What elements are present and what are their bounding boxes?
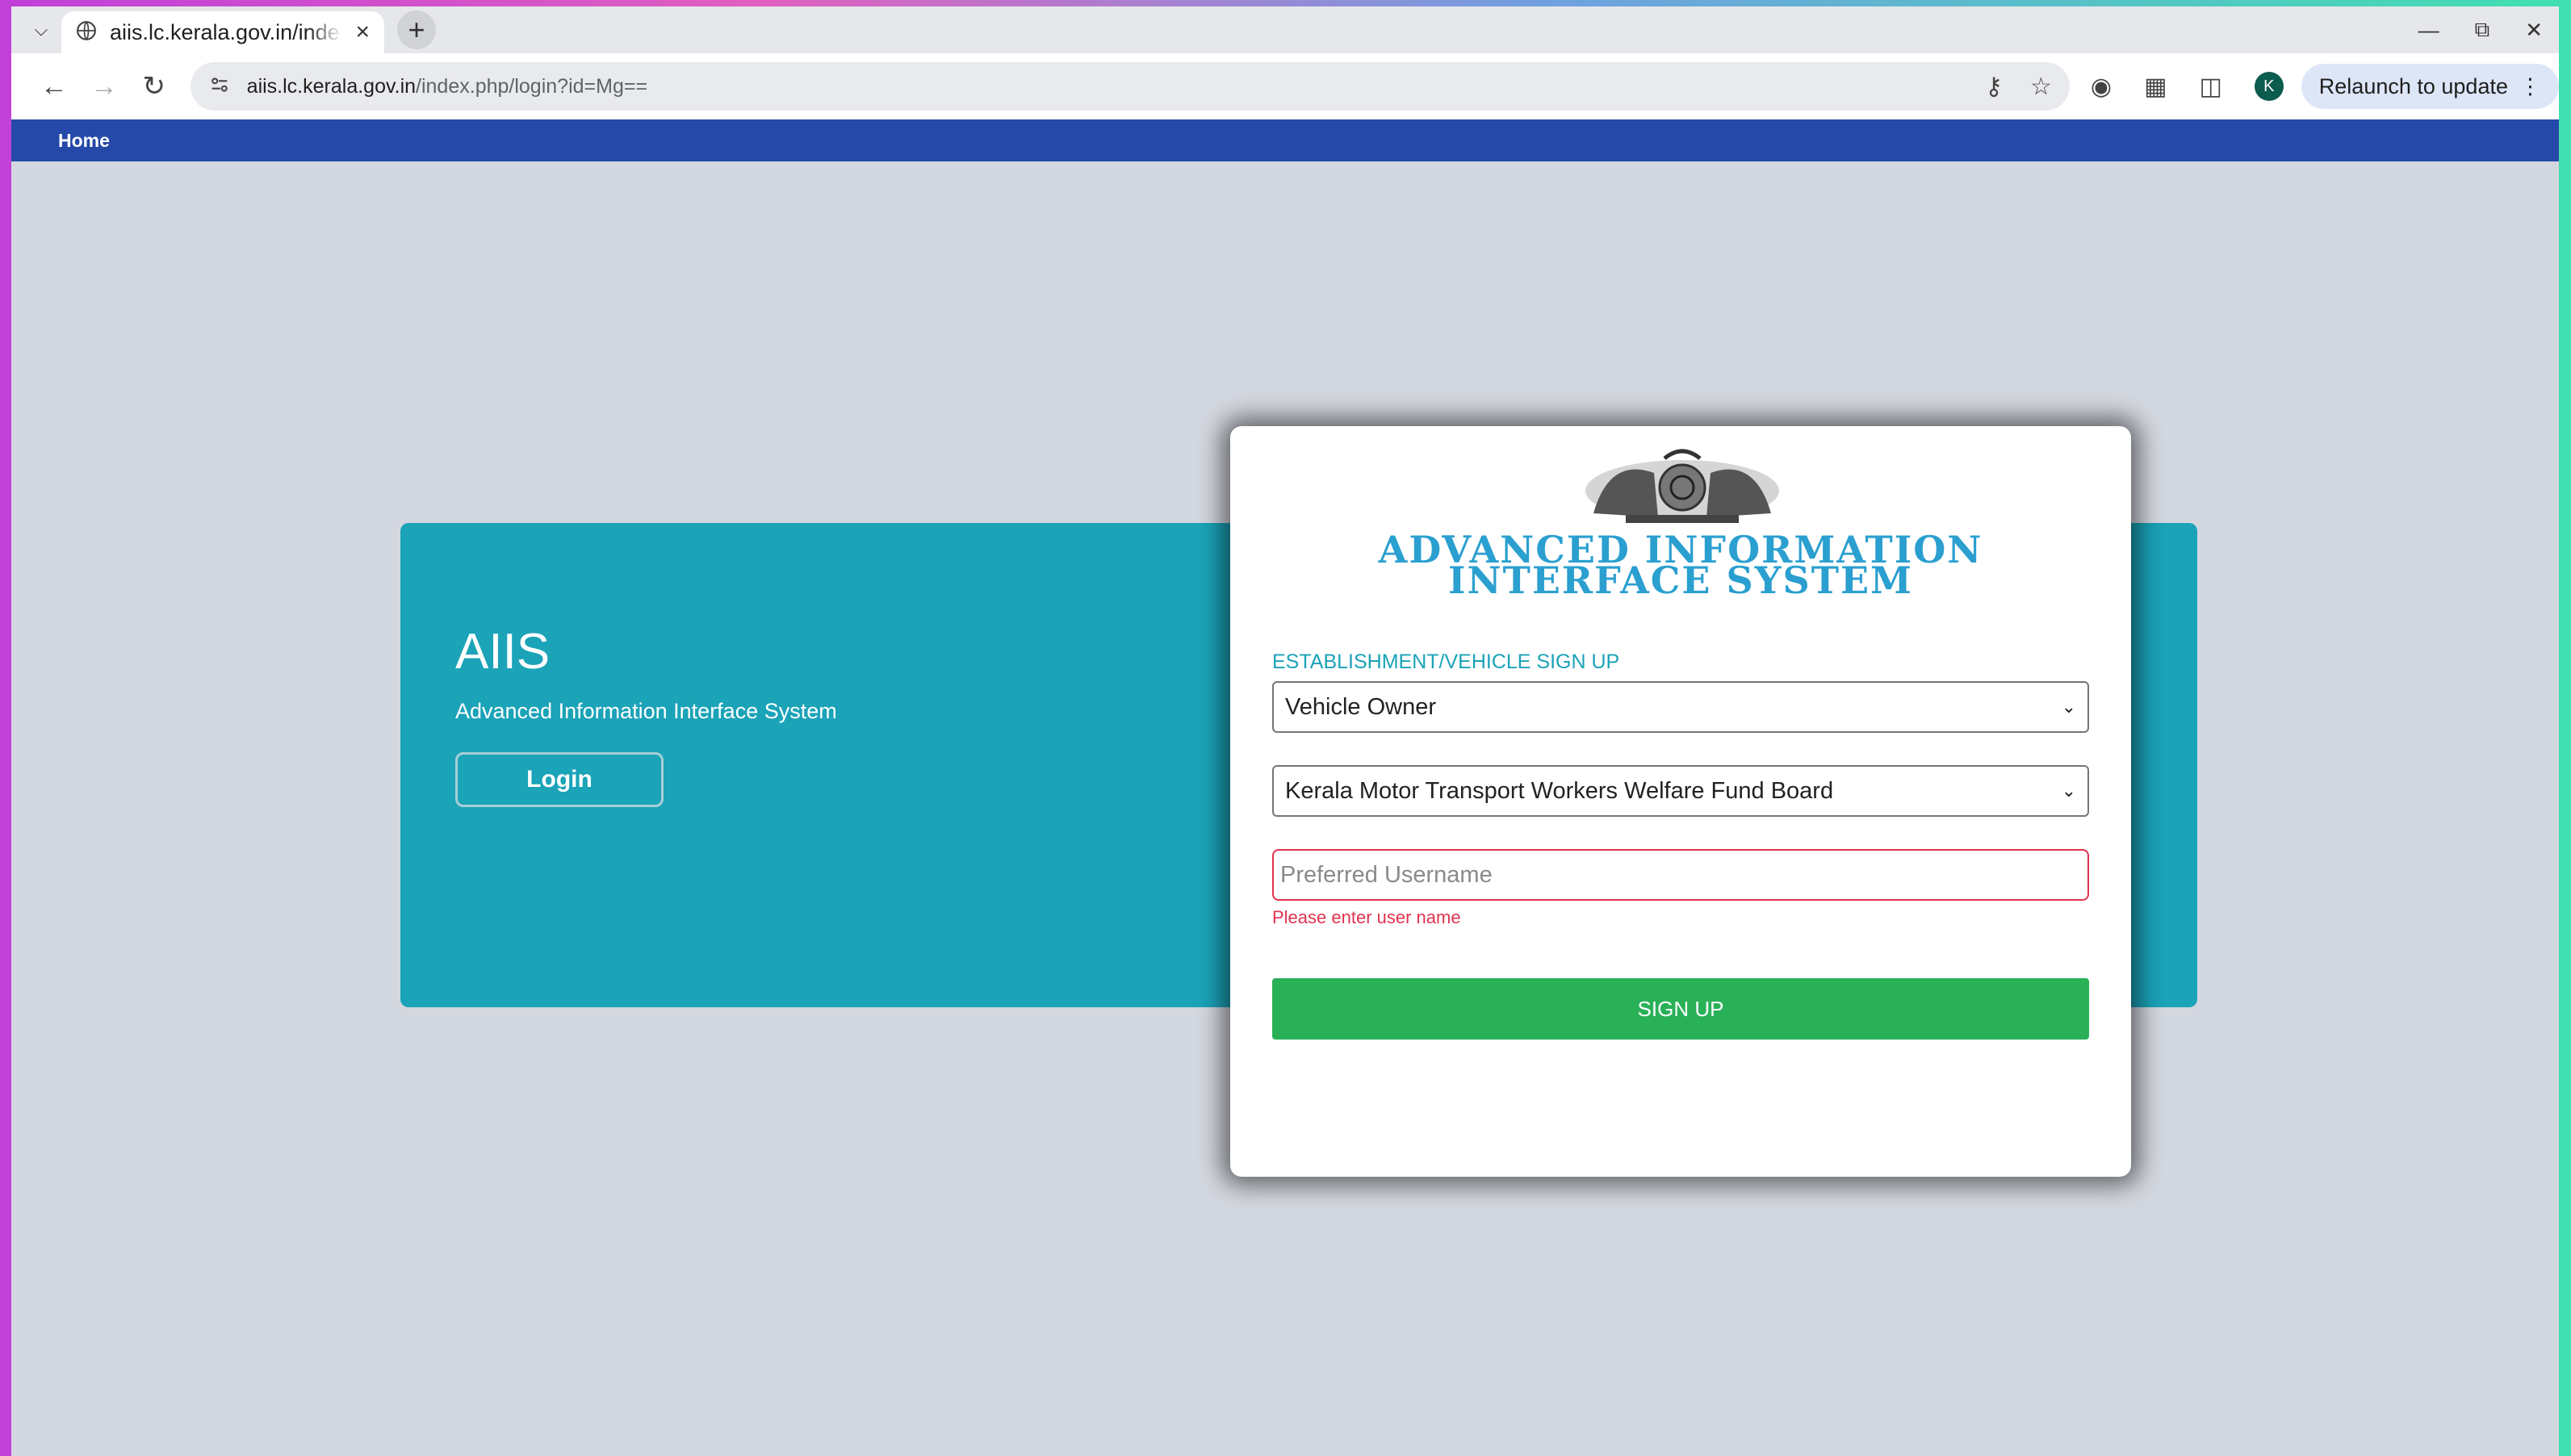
active-tab[interactable]: aiis.lc.kerala.gov.in/index.php/login?id…: [61, 11, 384, 53]
globe-icon: [76, 20, 97, 45]
back-button[interactable]: ←: [29, 61, 79, 111]
restore-icon[interactable]: ⧉: [2475, 17, 2490, 43]
username-input[interactable]: [1272, 849, 2089, 901]
arrow-left-icon: ←: [40, 70, 68, 102]
tab-search-button[interactable]: ⌵: [21, 10, 61, 50]
close-tab-icon[interactable]: ×: [355, 19, 370, 46]
signup-card: ADVANCED INFORMATION INTERFACE SYSTEM ES…: [1230, 426, 2131, 1177]
browser-window: ⌵ aiis.lc.kerala.gov.in/index.php/login?…: [11, 6, 2559, 1456]
side-panel-icon[interactable]: ◫: [2199, 73, 2221, 101]
kerala-emblem-logo: [1577, 441, 1787, 531]
extension-lens-icon[interactable]: ◉: [2091, 73, 2112, 101]
window-controls: — ⧉ ✕: [2418, 17, 2559, 43]
url-text[interactable]: aiis.lc.kerala.gov.in/index.php/login?id…: [247, 75, 647, 98]
arrow-right-icon: →: [90, 70, 118, 102]
hero-subtitle: Advanced Information Interface System: [455, 699, 837, 723]
login-button[interactable]: Login: [455, 752, 664, 807]
relaunch-label: Relaunch to update: [2318, 73, 2508, 98]
reload-icon: ↻: [142, 71, 165, 102]
signup-section-label: ESTABLISHMENT/VEHICLE SIGN UP: [1272, 651, 1620, 673]
key-icon[interactable]: ⚷: [1985, 73, 2003, 101]
chevron-down-icon: ⌵: [34, 19, 48, 40]
minimize-icon[interactable]: —: [2418, 18, 2439, 43]
reload-button[interactable]: ↻: [129, 61, 179, 111]
more-vertical-icon[interactable]: ⋮: [2519, 74, 2541, 99]
tab-title: aiis.lc.kerala.gov.in/index.php/login?id…: [110, 19, 342, 44]
close-window-icon[interactable]: ✕: [2525, 18, 2543, 43]
username-error-message: Please enter user name: [1272, 907, 1461, 927]
nav-home-link[interactable]: Home: [58, 130, 110, 152]
hero-title: AIIS: [455, 624, 551, 680]
tab-strip: ⌵ aiis.lc.kerala.gov.in/index.php/login?…: [11, 6, 2559, 53]
signup-button[interactable]: SIGN UP: [1272, 978, 2089, 1040]
url-path: /index.php/login?id=Mg==: [416, 74, 648, 98]
category-select[interactable]: Vehicle Owner ⌄: [1272, 681, 2089, 733]
relaunch-button[interactable]: Relaunch to update ⋮: [2301, 64, 2559, 109]
category-select-value: Vehicle Owner: [1285, 693, 1436, 720]
avatar[interactable]: K: [2254, 72, 2284, 101]
address-bar[interactable]: aiis.lc.kerala.gov.in/index.php/login?id…: [190, 62, 2070, 111]
brand-title-line2: INTERFACE SYSTEM: [1448, 559, 1913, 602]
forward-button[interactable]: →: [79, 61, 129, 111]
site-navbar: Home: [11, 119, 2559, 161]
web-page: Home AIIS Advanced Information Interface…: [11, 119, 2559, 1456]
puzzle-icon[interactable]: ▦: [2144, 73, 2167, 101]
url-host: aiis.lc.kerala.gov.in: [246, 74, 417, 98]
board-select[interactable]: Kerala Motor Transport Workers Welfare F…: [1272, 765, 2089, 817]
star-icon[interactable]: ☆: [2030, 73, 2052, 101]
new-tab-button[interactable]: +: [397, 10, 436, 49]
site-info-icon[interactable]: [208, 73, 231, 100]
chevron-down-icon: ⌄: [2061, 780, 2076, 801]
chevron-down-icon: ⌄: [2061, 697, 2076, 717]
browser-toolbar: ← → ↻ aiis.lc.kerala.gov.in/index.php/lo…: [11, 53, 2559, 119]
board-select-value: Kerala Motor Transport Workers Welfare F…: [1285, 777, 1834, 804]
